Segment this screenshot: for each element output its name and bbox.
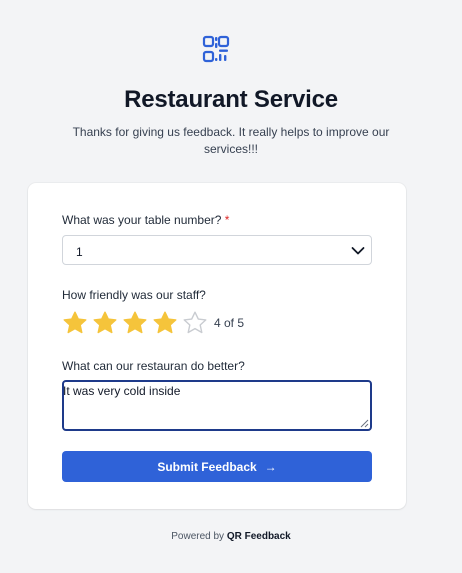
submit-label: Submit Feedback <box>157 459 257 474</box>
arrow-right-icon: → <box>264 459 277 474</box>
powered-by-prefix: Powered by <box>171 531 225 542</box>
star-rating: 4 of 5 <box>62 310 244 336</box>
page-subtitle: Thanks for giving us feedback. It really… <box>72 125 390 156</box>
improvement-text: It was very cold inside <box>63 384 181 398</box>
qr-code-icon <box>202 35 230 63</box>
star-4[interactable] <box>152 310 178 336</box>
table-number-value: 1 <box>76 245 83 259</box>
powered-by-footer: Powered by QR Feedback <box>0 531 462 542</box>
powered-by-brand: QR Feedback <box>226 531 291 542</box>
required-marker: * <box>224 213 230 227</box>
star-3[interactable] <box>122 310 148 336</box>
star-5[interactable] <box>182 310 208 336</box>
chevron-down-icon <box>351 247 365 255</box>
resize-handle-icon[interactable] <box>359 418 369 428</box>
improvement-label: What can our restauran do better? <box>62 359 245 373</box>
page-title: Restaurant Service <box>124 86 338 113</box>
table-number-select[interactable]: 1 <box>62 235 372 265</box>
feedback-form-card: What was your table number? * 1 How frie… <box>28 183 406 509</box>
improvement-textarea[interactable]: It was very cold inside <box>62 380 372 431</box>
submit-feedback-button[interactable]: Submit Feedback → <box>62 451 372 482</box>
table-number-label: What was your table number? * <box>62 213 230 227</box>
rating-text: 4 of 5 <box>214 316 245 330</box>
staff-friendliness-label: How friendly was our staff? <box>62 288 206 302</box>
star-1[interactable] <box>62 310 88 336</box>
star-2[interactable] <box>92 310 118 336</box>
